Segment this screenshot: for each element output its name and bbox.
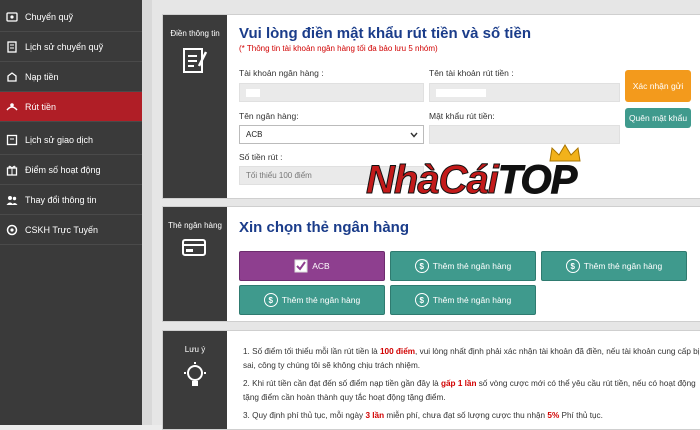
add-bank-card-button[interactable]: $ Thêm thẻ ngân hàng bbox=[541, 251, 687, 281]
gift-icon bbox=[5, 163, 19, 177]
add-bank-label: Thêm thẻ ngân hàng bbox=[432, 295, 512, 305]
add-bank-label: Thêm thẻ ngân hàng bbox=[432, 261, 512, 271]
form-icon bbox=[183, 48, 208, 73]
add-bank-label: Thêm thẻ ngân hàng bbox=[281, 295, 361, 305]
coin-icon: $ bbox=[414, 293, 429, 307]
sidebar-item-withdraw[interactable]: Rút tiền bbox=[0, 92, 142, 122]
sidebar-item-change-info[interactable]: Thay đổi thông tin bbox=[0, 185, 142, 215]
transaction-history-icon bbox=[5, 133, 19, 147]
watermark-logo: NhàCáiTOP bbox=[366, 158, 578, 203]
sidebar-item-label: Lịch sử giao dịch bbox=[25, 134, 94, 145]
info-note: (* Thông tin tài khoản ngân hàng tối đa … bbox=[239, 44, 438, 53]
add-bank-card-button[interactable]: $ Thêm thẻ ngân hàng bbox=[239, 285, 385, 315]
coin-icon: $ bbox=[565, 259, 580, 273]
users-icon bbox=[5, 193, 19, 207]
account-name-field[interactable] bbox=[429, 83, 620, 102]
support-icon bbox=[5, 223, 19, 237]
sidebar-item-label: Rút tiền bbox=[25, 101, 57, 112]
sidebar-item-label: Lịch sử chuyển quỹ bbox=[25, 41, 104, 52]
masked-value bbox=[436, 88, 486, 97]
rule-3: 3. Quy định phí thủ tục, mỗi ngày 3 lần … bbox=[243, 411, 603, 420]
bank-name-label: Tên ngân hàng: bbox=[239, 111, 299, 121]
section-label-bank: Thẻ ngân hàng bbox=[163, 207, 227, 321]
history-icon bbox=[5, 40, 19, 54]
sidebar-item-label: Điểm số hoạt động bbox=[25, 164, 101, 175]
account-label: Tài khoản ngân hàng : bbox=[239, 68, 324, 78]
page-title: Vui lòng điền mật khẩu rút tiền và số ti… bbox=[239, 25, 531, 42]
add-bank-card-button[interactable]: $ Thêm thẻ ngân hàng bbox=[390, 251, 536, 281]
password-label: Mật khẩu rút tiền: bbox=[429, 111, 495, 121]
notes-section: Lưu ý 1. Số điểm tối thiểu mỗi lần rút t… bbox=[162, 330, 700, 430]
withdraw-icon bbox=[5, 100, 19, 114]
sidebar-item-activity-points[interactable]: Điểm số hoạt động bbox=[0, 155, 142, 185]
sidebar-item-support[interactable]: CSKH Trực Tuyến bbox=[0, 215, 142, 245]
add-bank-label: Thêm thẻ ngân hàng bbox=[583, 261, 663, 271]
section-label-info: Điền thông tin bbox=[163, 15, 227, 198]
amount-placeholder: Tối thiểu 100 điểm bbox=[246, 171, 312, 180]
section-label-text: Thẻ ngân hàng bbox=[168, 221, 222, 230]
sidebar-item-label: Chuyển quỹ bbox=[25, 11, 74, 22]
rule-1: 1. Số điểm tối thiểu mỗi lần rút tiền là… bbox=[243, 347, 700, 370]
sidebar-item-deposit[interactable]: Nạp tiền bbox=[0, 62, 142, 92]
rule-2: 2. Khi rút tiền cần đạt đến số điểm nạp … bbox=[243, 379, 696, 402]
bank-card-icon bbox=[182, 239, 206, 256]
coin-icon: $ bbox=[263, 293, 278, 307]
account-name-label: Tên tài khoản rút tiền : bbox=[429, 68, 514, 78]
bank-select-value: ACB bbox=[246, 130, 263, 139]
password-field[interactable] bbox=[429, 125, 620, 144]
chevron-down-icon bbox=[410, 132, 418, 138]
bank-section-title: Xin chọn thẻ ngân hàng bbox=[239, 219, 409, 236]
sidebar-item-label: Nạp tiền bbox=[25, 71, 59, 82]
confirm-button[interactable]: Xác nhận gửi bbox=[625, 70, 691, 102]
sidebar-item-label: CSKH Trực Tuyến bbox=[25, 224, 99, 235]
masked-value bbox=[246, 88, 260, 97]
section-label-text: Điền thông tin bbox=[170, 29, 220, 38]
bank-select[interactable]: ACB bbox=[239, 125, 424, 144]
deposit-icon bbox=[5, 70, 19, 84]
bank-card-selected[interactable]: ACB bbox=[239, 251, 385, 281]
checkbox-checked-icon bbox=[294, 259, 308, 273]
sidebar: Chuyển quỹ Lịch sử chuyển quỹ Nạp tiền R… bbox=[0, 0, 142, 425]
section-label-notes: Lưu ý bbox=[163, 331, 227, 429]
forgot-password-button[interactable]: Quên mật khẩu bbox=[625, 108, 691, 128]
sidebar-item-transfer-history[interactable]: Lịch sử chuyển quỹ bbox=[0, 32, 142, 62]
add-bank-card-button[interactable]: $ Thêm thẻ ngân hàng bbox=[390, 285, 536, 315]
bank-card-label: ACB bbox=[312, 261, 330, 271]
transfer-icon bbox=[5, 10, 19, 24]
amount-label: Số tiền rút : bbox=[239, 152, 283, 162]
sidebar-item-transaction-history[interactable]: Lịch sử giao dịch bbox=[0, 125, 142, 155]
sidebar-item-label: Thay đổi thông tin bbox=[25, 194, 97, 205]
bank-card-section: Thẻ ngân hàng Xin chọn thẻ ngân hàng ACB… bbox=[162, 206, 700, 322]
coin-icon: $ bbox=[414, 259, 429, 273]
section-label-text: Lưu ý bbox=[184, 345, 206, 354]
sidebar-item-transfer[interactable]: Chuyển quỹ bbox=[0, 2, 142, 32]
account-field[interactable] bbox=[239, 83, 424, 102]
lightbulb-icon bbox=[184, 362, 206, 386]
